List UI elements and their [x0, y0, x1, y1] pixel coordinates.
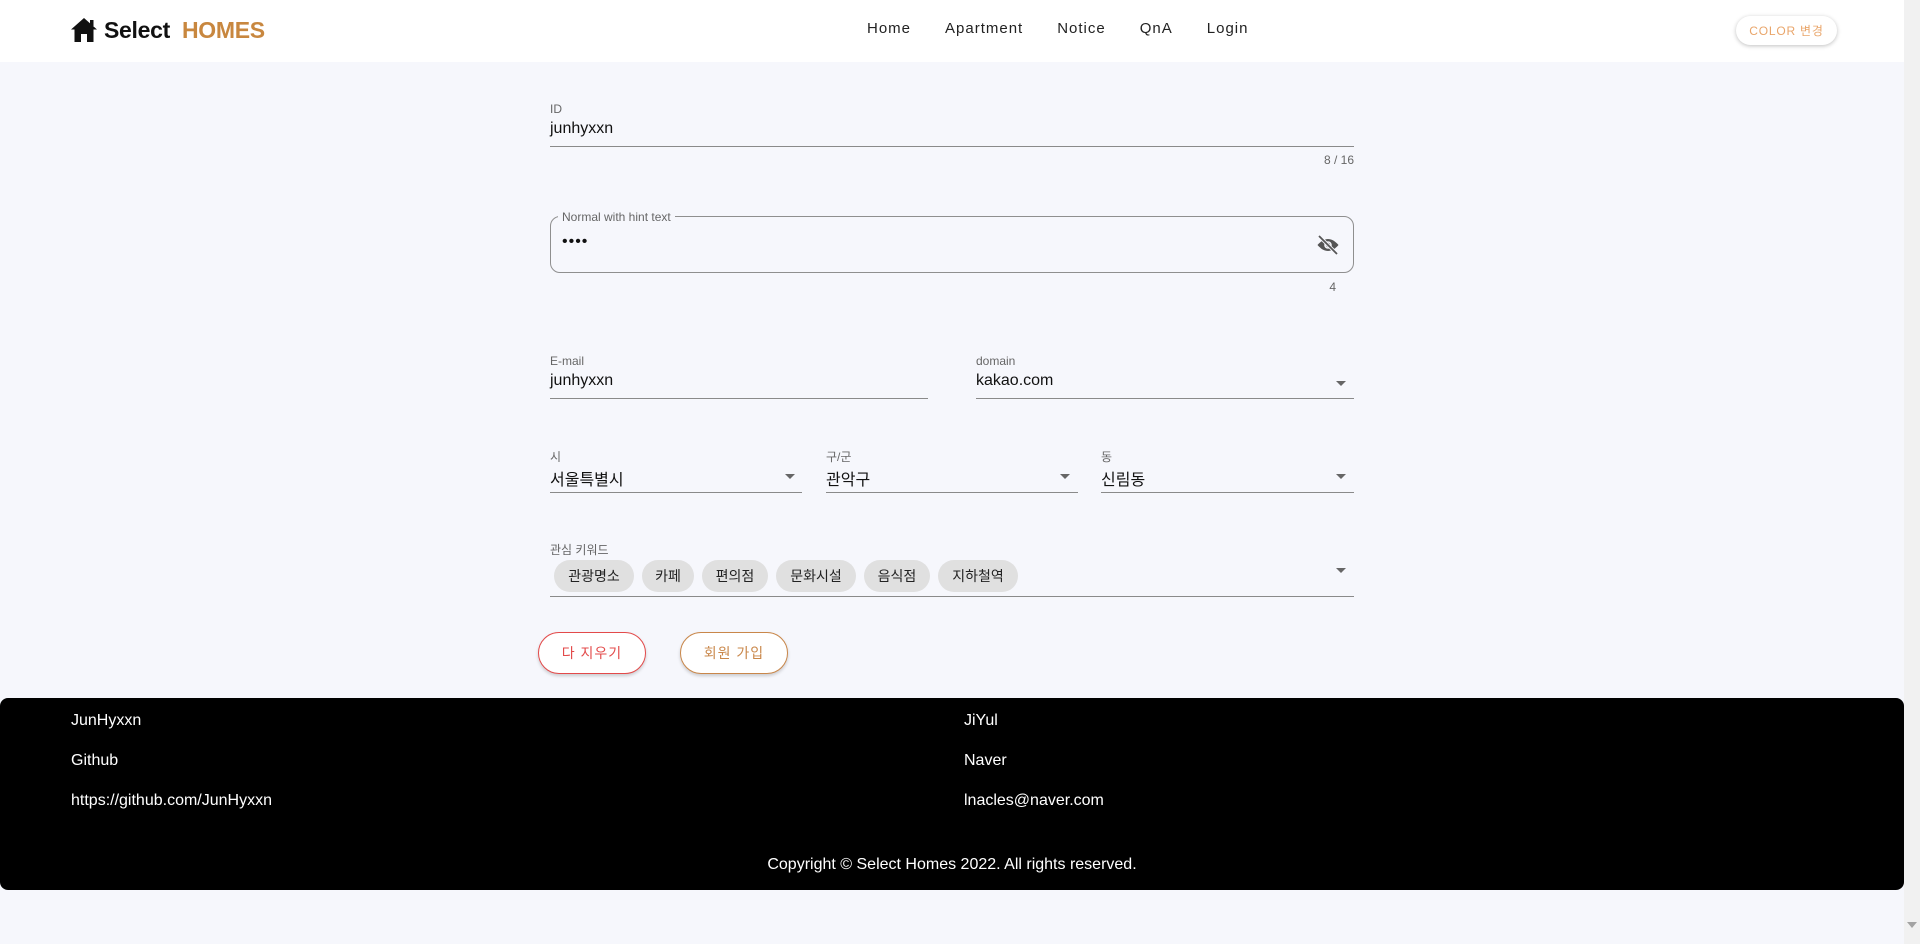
- nav-home[interactable]: Home: [850, 20, 928, 37]
- email-input[interactable]: junhyxxn: [550, 372, 613, 390]
- app-header: Select HOMES Home Apartment Notice QnA Lo…: [0, 0, 1904, 62]
- domain-select[interactable]: kakao.com: [976, 372, 1053, 390]
- nav-qna[interactable]: QnA: [1123, 20, 1190, 37]
- logo-text: Select: [104, 16, 170, 43]
- dong-underline: [1101, 492, 1354, 493]
- sign-up-button[interactable]: 회원 가입: [680, 632, 788, 674]
- id-counter: 8 / 16: [1323, 153, 1354, 167]
- keyword-chip[interactable]: 관광명소: [554, 560, 634, 592]
- id-label: ID: [550, 102, 562, 116]
- keyword-chip[interactable]: 지하철역: [938, 560, 1018, 592]
- keyword-chip[interactable]: 문화시설: [776, 560, 856, 592]
- eye-off-icon[interactable]: [1316, 234, 1340, 256]
- logo[interactable]: Select HOMES: [70, 15, 265, 45]
- id-input[interactable]: junhyxxn: [550, 120, 613, 138]
- footer-right-service: Naver: [964, 752, 1007, 769]
- keyword-chip[interactable]: 카페: [642, 560, 694, 592]
- footer-left-name: JunHyxxn: [71, 712, 142, 729]
- domain-underline: [976, 398, 1354, 399]
- password-field[interactable]: [550, 216, 1354, 273]
- password-input[interactable]: ••••: [562, 233, 588, 251]
- id-underline: [550, 146, 1354, 147]
- clear-all-button[interactable]: 다 지우기: [538, 632, 646, 674]
- keyword-chip[interactable]: 음식점: [864, 560, 930, 592]
- footer-left-service: Github: [71, 752, 119, 769]
- district-label: 구/군: [826, 450, 852, 464]
- password-label: Normal with hint text: [558, 210, 675, 224]
- city-label: 시: [550, 450, 562, 464]
- footer-left-link[interactable]: https://github.com/JunHyxxn: [71, 792, 272, 810]
- scroll-down-arrow-icon[interactable]: [1907, 922, 1917, 928]
- district-select[interactable]: 관악구: [826, 466, 870, 490]
- keywords-chevron-down-icon[interactable]: [1336, 568, 1346, 573]
- footer-right-link[interactable]: lnacles@naver.com: [964, 792, 1104, 810]
- color-change-button[interactable]: COLOR 변경: [1736, 16, 1837, 45]
- copyright-text: Copyright © Select Homes 2022. All right…: [767, 856, 1137, 873]
- nav-apartment[interactable]: Apartment: [928, 20, 1040, 37]
- dong-chevron-down-icon[interactable]: [1336, 474, 1346, 479]
- district-underline: [826, 492, 1078, 493]
- footer: JunHyxxn Github https://github.com/JunHy…: [0, 698, 1904, 890]
- dong-select[interactable]: 신림동: [1101, 466, 1145, 490]
- keyword-chip[interactable]: 편의점: [702, 560, 768, 592]
- email-underline: [550, 398, 928, 399]
- nav-notice[interactable]: Notice: [1040, 20, 1123, 37]
- city-chevron-down-icon[interactable]: [785, 474, 795, 479]
- keywords-underline: [550, 596, 1354, 597]
- email-label: E-mail: [550, 354, 585, 368]
- logo-accent: HOMES: [181, 16, 265, 43]
- domain-label: domain: [976, 354, 1016, 368]
- page-scrollbar[interactable]: [1904, 0, 1920, 944]
- password-counter: 4: [1329, 280, 1336, 294]
- home-icon: [71, 18, 97, 42]
- footer-right-name: JiYul: [964, 712, 998, 729]
- nav-login[interactable]: Login: [1190, 20, 1266, 37]
- city-select[interactable]: 서울특별시: [550, 466, 624, 490]
- district-chevron-down-icon[interactable]: [1060, 474, 1070, 479]
- city-underline: [550, 492, 802, 493]
- keywords-label: 관심 키워드: [550, 543, 609, 557]
- dong-label: 동: [1101, 450, 1113, 464]
- main-nav: Home Apartment Notice QnA Login: [850, 20, 1265, 37]
- domain-chevron-down-icon[interactable]: [1336, 381, 1346, 386]
